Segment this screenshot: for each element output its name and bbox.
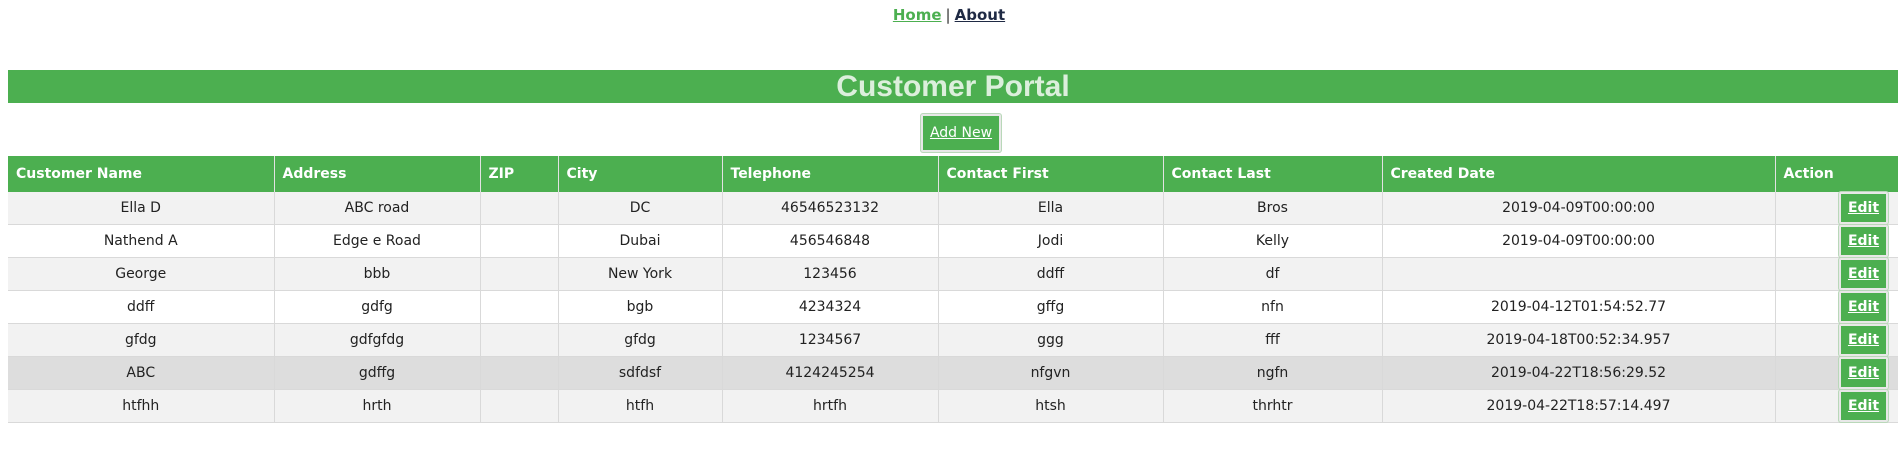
cell-action: Edit — [1775, 389, 1898, 423]
cell-contact-last: df — [1163, 257, 1383, 291]
page-title: Customer Portal — [836, 70, 1070, 103]
cell-contact-first: gffg — [938, 290, 1164, 324]
cell-zip — [480, 290, 559, 324]
header-action: Action — [1775, 156, 1898, 192]
cell-created-date: 2019-04-18T00:52:34.957 — [1382, 323, 1776, 357]
cell-contact-last: nfn — [1163, 290, 1383, 324]
cell-city: gfdg — [558, 323, 723, 357]
cell-customer-name: gfdg — [8, 323, 275, 357]
cell-address: gdffg — [274, 356, 481, 390]
table-row: htfhh hrth htfh hrtfh htsh thrhtr 2019-0… — [8, 389, 1898, 423]
cell-created-date: 2019-04-22T18:57:14.497 — [1382, 389, 1776, 423]
cell-created-date: 2019-04-12T01:54:52.77 — [1382, 290, 1776, 324]
cell-created-date: 2019-04-09T00:00:00 — [1382, 192, 1776, 225]
cell-contact-last: Kelly — [1163, 224, 1383, 258]
cell-city: New York — [558, 257, 723, 291]
cell-address: Edge e Road — [274, 224, 481, 258]
cell-zip — [480, 389, 559, 423]
edit-button[interactable]: Edit — [1838, 258, 1889, 290]
table-row: ddff gdfg bgb 4234324 gffg nfn 2019-04-1… — [8, 290, 1898, 324]
cell-telephone: 4124245254 — [722, 356, 939, 390]
header-address: Address — [274, 156, 481, 192]
table-row: Ella D ABC road DC 46546523132 Ella Bros… — [8, 192, 1898, 225]
nav-link-home[interactable]: Home — [893, 6, 942, 24]
header-contact-first: Contact First — [938, 156, 1164, 192]
cell-action: Edit — [1775, 323, 1898, 357]
cell-telephone: 46546523132 — [722, 192, 939, 225]
edit-button[interactable]: Edit — [1838, 192, 1889, 224]
cell-action: Edit — [1775, 192, 1898, 225]
edit-button[interactable]: Edit — [1838, 324, 1889, 356]
table-row: ABC gdffg sdfdsf 4124245254 nfgvn ngfn 2… — [8, 356, 1898, 390]
cell-customer-name: George — [8, 257, 275, 291]
cell-customer-name: htfhh — [8, 389, 275, 423]
header-customer-name: Customer Name — [8, 156, 275, 192]
cell-zip — [480, 224, 559, 258]
cell-zip — [480, 323, 559, 357]
header-contact-last: Contact Last — [1163, 156, 1383, 192]
cell-action: Edit — [1775, 290, 1898, 324]
cell-contact-first: ddff — [938, 257, 1164, 291]
cell-address: gdfg — [274, 290, 481, 324]
cell-address: ABC road — [274, 192, 481, 225]
cell-customer-name: Nathend A — [8, 224, 275, 258]
cell-city: bgb — [558, 290, 723, 324]
table-header-row: Customer Name Address ZIP City Telephone… — [8, 156, 1898, 192]
cell-action: Edit — [1775, 356, 1898, 390]
header-created-date: Created Date — [1382, 156, 1776, 192]
cell-city: DC — [558, 192, 723, 225]
cell-contact-last: Bros — [1163, 192, 1383, 225]
cell-telephone: 456546848 — [722, 224, 939, 258]
table-row: gfdg gdfgfdg gfdg 1234567 ggg fff 2019-0… — [8, 323, 1898, 357]
header-zip: ZIP — [480, 156, 559, 192]
cell-contact-first: htsh — [938, 389, 1164, 423]
nav-separator: | — [945, 6, 951, 24]
cell-address: gdfgfdg — [274, 323, 481, 357]
cell-created-date: 2019-04-22T18:56:29.52 — [1382, 356, 1776, 390]
cell-telephone: 123456 — [722, 257, 939, 291]
cell-contact-first: Jodi — [938, 224, 1164, 258]
cell-contact-last: thrhtr — [1163, 389, 1383, 423]
cell-contact-last: ngfn — [1163, 356, 1383, 390]
top-nav: Home | About — [0, 6, 1898, 24]
header-telephone: Telephone — [722, 156, 939, 192]
cell-contact-first: ggg — [938, 323, 1164, 357]
add-new-button[interactable]: Add New — [921, 114, 1001, 152]
cell-action: Edit — [1775, 257, 1898, 291]
cell-telephone: 4234324 — [722, 290, 939, 324]
cell-contact-first: nfgvn — [938, 356, 1164, 390]
cell-zip — [480, 257, 559, 291]
cell-contact-first: Ella — [938, 192, 1164, 225]
edit-button[interactable]: Edit — [1838, 390, 1889, 422]
cell-created-date — [1382, 257, 1776, 291]
page-title-banner: Customer Portal — [8, 70, 1898, 103]
cell-contact-last: fff — [1163, 323, 1383, 357]
table-row: Nathend A Edge e Road Dubai 456546848 Jo… — [8, 224, 1898, 258]
cell-customer-name: ABC — [8, 356, 275, 390]
cell-customer-name: Ella D — [8, 192, 275, 225]
cell-telephone: hrtfh — [722, 389, 939, 423]
nav-link-about[interactable]: About — [955, 6, 1006, 24]
cell-created-date: 2019-04-09T00:00:00 — [1382, 224, 1776, 258]
cell-city: Dubai — [558, 224, 723, 258]
cell-customer-name: ddff — [8, 290, 275, 324]
cell-zip — [480, 192, 559, 225]
cell-zip — [480, 356, 559, 390]
cell-address: hrth — [274, 389, 481, 423]
customer-table: Customer Name Address ZIP City Telephone… — [8, 156, 1898, 423]
cell-city: htfh — [558, 389, 723, 423]
cell-action: Edit — [1775, 224, 1898, 258]
header-city: City — [558, 156, 723, 192]
table-row: George bbb New York 123456 ddff df Edit — [8, 257, 1898, 291]
edit-button[interactable]: Edit — [1838, 225, 1889, 257]
cell-address: bbb — [274, 257, 481, 291]
edit-button[interactable]: Edit — [1838, 291, 1889, 323]
edit-button[interactable]: Edit — [1838, 357, 1889, 389]
cell-telephone: 1234567 — [722, 323, 939, 357]
cell-city: sdfdsf — [558, 356, 723, 390]
